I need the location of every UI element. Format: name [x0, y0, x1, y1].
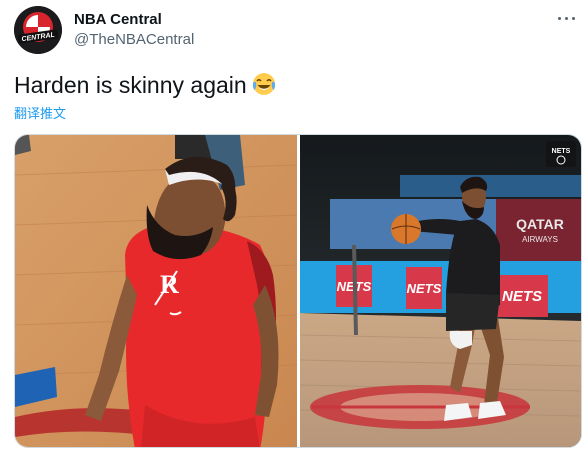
- ad-board-text-2: NETS: [407, 281, 442, 296]
- sponsor-line-2: AIRWAYS: [522, 235, 558, 244]
- author-handle[interactable]: @TheNBACentral: [74, 30, 194, 50]
- author-display-name[interactable]: NBA Central: [74, 10, 194, 30]
- tweet-text: Harden is skinny again: [14, 70, 277, 104]
- photo-harden-rockets[interactable]: R: [15, 135, 297, 447]
- ad-board-text-3: NETS: [502, 288, 542, 305]
- author-info: NBA Central @TheNBACentral: [74, 10, 194, 50]
- translate-tweet-link[interactable]: 翻译推文: [14, 106, 66, 124]
- tweet-card: CENTRAL NBA Central @TheNBACentral Harde…: [0, 0, 584, 451]
- more-options-icon[interactable]: [556, 12, 578, 26]
- nets-watermark-text: NETS: [552, 148, 571, 155]
- photo-harden-nets[interactable]: QATAR AIRWAYS NETS NETS NETS: [300, 135, 581, 447]
- avatar[interactable]: CENTRAL: [14, 6, 62, 54]
- tweet-text-content: Harden is skinny again: [14, 72, 247, 98]
- sponsor-line-1: QATAR: [516, 216, 564, 232]
- tears-of-joy-emoji-icon: [251, 71, 277, 104]
- media-grid: R: [14, 134, 582, 448]
